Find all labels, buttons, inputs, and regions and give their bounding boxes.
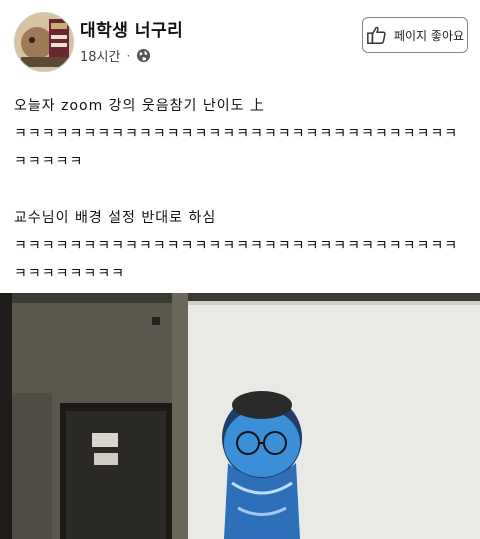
post-meta: 18시간 · (80, 46, 151, 65)
meta-separator: · (126, 48, 131, 63)
post-laugh-2: ㅋㅋㅋㅋㅋㅋㅋㅋㅋㅋㅋㅋㅋㅋㅋㅋㅋㅋㅋㅋㅋㅋㅋㅋㅋㅋㅋㅋㅋㅋㅋㅋㅋㅋㅋㅋㅋㅋㅋㅋ (14, 238, 459, 282)
avatar[interactable] (14, 12, 74, 72)
zoom-video-still[interactable] (0, 293, 480, 539)
globe-icon (136, 48, 151, 63)
post-header: 대학생 너구리 18시간 · 페이지 좋아요 (0, 0, 480, 80)
like-page-button[interactable]: 페이지 좋아요 (362, 17, 468, 53)
page-name[interactable]: 대학생 너구리 (80, 16, 183, 41)
post-laugh-1: ㅋㅋㅋㅋㅋㅋㅋㅋㅋㅋㅋㅋㅋㅋㅋㅋㅋㅋㅋㅋㅋㅋㅋㅋㅋㅋㅋㅋㅋㅋㅋㅋㅋㅋㅋㅋㅋ (14, 126, 459, 170)
post-spacer (14, 176, 470, 204)
post-line-2: 교수님이 배경 설정 반대로 하심 (14, 210, 217, 226)
post-line-1: 오늘자 zoom 강의 웃음참기 난이도 上 (14, 98, 265, 114)
like-page-label: 페이지 좋아요 (393, 28, 465, 43)
post-text: 오늘자 zoom 강의 웃음참기 난이도 上 ㅋㅋㅋㅋㅋㅋㅋㅋㅋㅋㅋㅋㅋㅋㅋㅋㅋ… (14, 92, 470, 288)
thumbs-up-icon (366, 24, 388, 46)
video-frame-image (0, 293, 480, 539)
post-time[interactable]: 18시간 (80, 46, 120, 65)
